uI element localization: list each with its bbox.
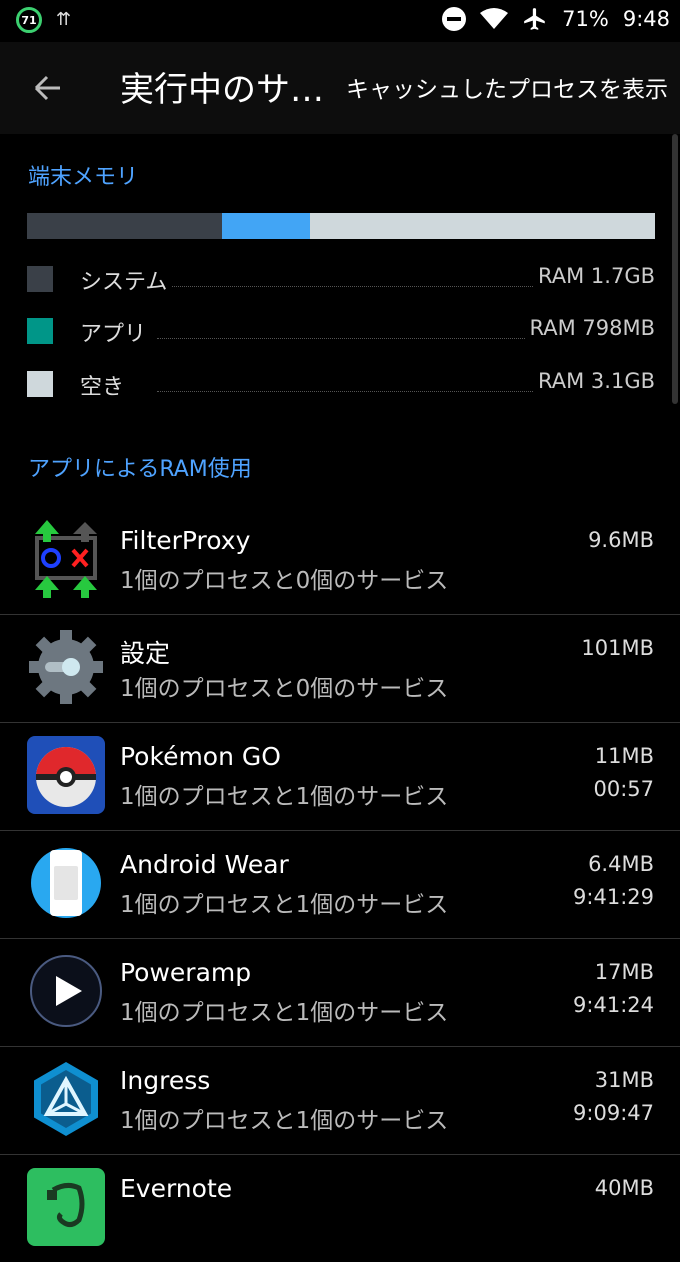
page-title: 実行中のサ… [120, 70, 324, 110]
app-row-evernote[interactable]: Evernote 40MB [0, 1154, 680, 1262]
app-detail: 1個のプロセスと1個のサービス [120, 1000, 449, 1026]
app-ram-heading: アプリによるRAM使用 [28, 457, 252, 482]
free-swatch [27, 371, 53, 397]
legend-label: システム [80, 264, 172, 296]
show-cached-processes-button[interactable]: キャッシュしたプロセスを表示 [346, 70, 668, 104]
content-scroll[interactable]: 端末メモリ システム RAM 1.7GB アプリ RAM 798MB 空き RA… [0, 134, 680, 1246]
status-bar: 71 ⇈ 71% 9:48 [0, 0, 680, 42]
app-time: 00:57 [593, 777, 654, 801]
battery-circle-icon: 71 [16, 7, 42, 33]
app-size: 6.4MB [588, 852, 654, 876]
wifi-icon [480, 8, 509, 29]
app-row-poweramp[interactable]: Poweramp 1個のプロセスと1個のサービス 17MB 9:41:24 [0, 938, 680, 1047]
scrollbar[interactable] [672, 134, 678, 404]
app-row-pokemon-go[interactable]: Pokémon GO 1個のプロセスと1個のサービス 11MB 00:57 [0, 722, 680, 831]
legend-value: RAM 798MB [525, 316, 655, 340]
app-detail: 1個のプロセスと1個のサービス [120, 892, 449, 918]
app-size: 101MB [581, 636, 654, 660]
app-row-filterproxy[interactable]: FilterProxy 1個のプロセスと0個のサービス 9.6MB [0, 506, 680, 615]
app-size: 40MB [594, 1176, 654, 1200]
app-bar: 実行中のサ… キャッシュしたプロセスを表示 [0, 42, 680, 134]
usb-icon: ⇈ [56, 9, 72, 30]
ingress-icon [34, 1062, 98, 1136]
pokeball-icon [27, 736, 105, 814]
memory-usage-bar [27, 213, 655, 239]
app-name: FilterProxy [120, 526, 251, 555]
app-name: Pokémon GO [120, 742, 281, 771]
legend-value: RAM 3.1GB [534, 369, 655, 393]
evernote-icon [27, 1168, 105, 1246]
app-row-settings[interactable]: 設定 1個のプロセスと0個のサービス 101MB [0, 614, 680, 723]
app-name: Evernote [120, 1174, 233, 1203]
clock: 9:48 [622, 7, 670, 31]
system-swatch [27, 266, 53, 292]
legend-value: RAM 1.7GB [534, 264, 655, 288]
app-time: 9:41:29 [573, 885, 654, 909]
app-row-ingress[interactable]: Ingress 1個のプロセスと1個のサービス 31MB 9:09:47 [0, 1046, 680, 1155]
app-row-android-wear[interactable]: Android Wear 1個のプロセスと1個のサービス 6.4MB 9:41:… [0, 830, 680, 939]
do-not-disturb-icon [442, 7, 467, 31]
settings-gear-icon [29, 630, 103, 704]
legend-label: 空き [80, 369, 129, 401]
poweramp-play-icon [30, 955, 102, 1027]
app-size: 9.6MB [588, 528, 654, 552]
battery-percent: 71% [562, 7, 609, 31]
memory-bar-apps [221, 213, 310, 239]
apps-swatch [27, 318, 53, 344]
legend-label: アプリ [80, 316, 151, 348]
legend-free: 空き RAM 3.1GB [27, 369, 655, 401]
app-detail: 1個のプロセスと1個のサービス [120, 784, 449, 810]
app-detail: 1個のプロセスと0個のサービス [120, 568, 449, 594]
back-arrow-icon[interactable] [28, 68, 68, 108]
battery-level: 71 [21, 13, 37, 27]
app-name: Ingress [120, 1066, 211, 1095]
app-name: Android Wear [120, 850, 289, 879]
app-size: 11MB [594, 744, 654, 768]
app-detail: 1個のプロセスと1個のサービス [120, 1108, 449, 1134]
legend-apps: アプリ RAM 798MB [27, 316, 655, 348]
memory-bar-free [309, 213, 655, 239]
device-memory-heading: 端末メモリ [28, 165, 139, 190]
app-size: 31MB [594, 1068, 654, 1092]
android-wear-icon [31, 848, 101, 918]
filterproxy-icon [35, 520, 97, 598]
app-detail: 1個のプロセスと0個のサービス [120, 676, 449, 702]
app-name: Poweramp [120, 958, 252, 987]
app-time: 9:09:47 [573, 1101, 654, 1125]
app-size: 17MB [594, 960, 654, 984]
app-name: 設定 [120, 639, 171, 668]
legend-system: システム RAM 1.7GB [27, 264, 655, 296]
app-time: 9:41:24 [573, 993, 654, 1017]
memory-bar-system [27, 213, 222, 239]
airplane-icon [524, 8, 545, 30]
